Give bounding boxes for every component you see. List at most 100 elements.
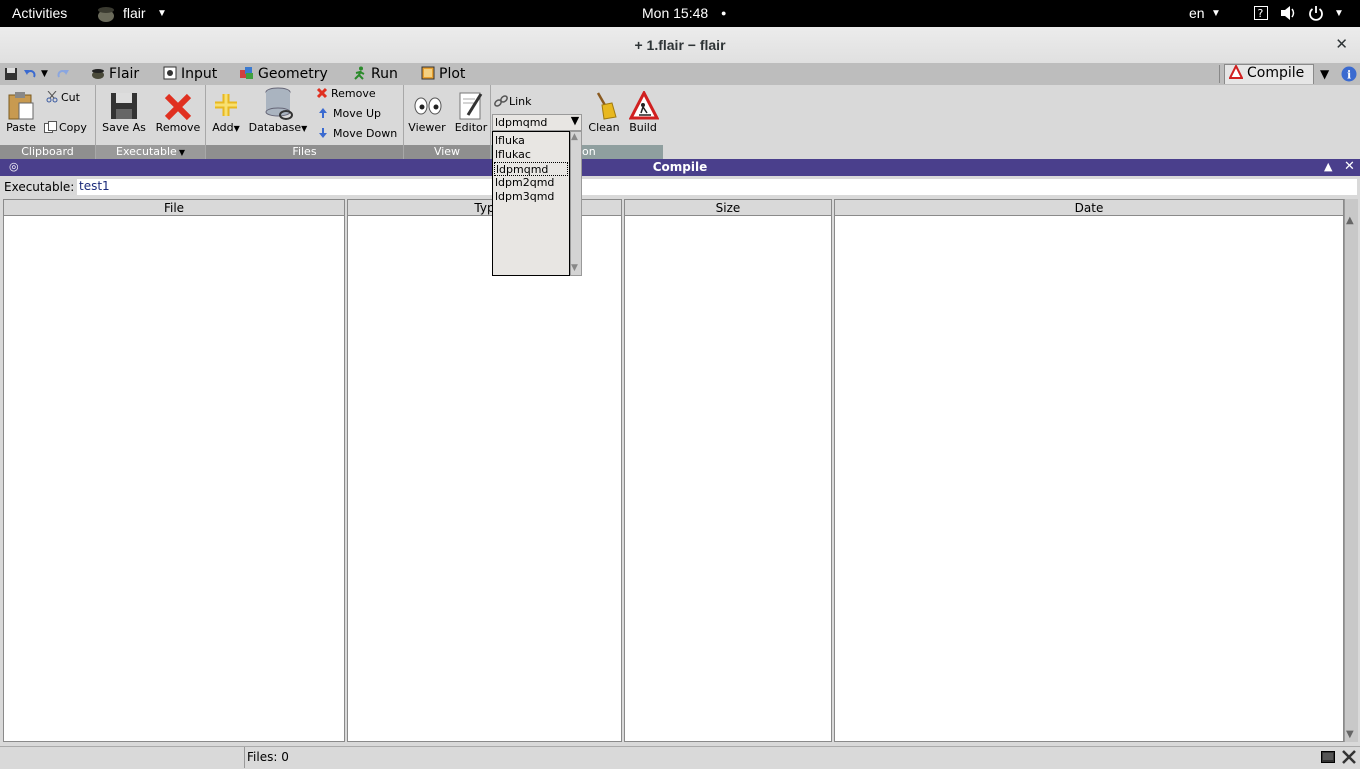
compile-icon <box>1228 63 1244 79</box>
table-scrollbar[interactable]: ▲ ▼ <box>1344 199 1358 742</box>
file-column: File <box>3 199 345 742</box>
tab-plot[interactable]: Plot <box>421 66 465 84</box>
remove-file-button[interactable]: Remove <box>316 87 376 100</box>
arrow-down-icon <box>318 127 330 139</box>
remove-executable-button[interactable]: Remove <box>153 91 203 134</box>
link-dropdown-list[interactable]: lfluka lflukac ldpmqmd ldpm2qmd ldpm3qmd <box>492 131 570 276</box>
link-combobox-arrow-icon[interactable]: ▼ <box>569 114 581 130</box>
tab-menu-chevron-icon[interactable]: ▼ <box>1320 67 1329 81</box>
executable-input[interactable]: test1 <box>77 179 1357 195</box>
link-option[interactable]: ldpm2qmd <box>494 176 568 190</box>
tab-geometry[interactable]: Geometry <box>240 66 328 84</box>
type-column: Typ <box>347 199 622 742</box>
clean-button[interactable]: Clean <box>586 91 622 134</box>
link-option[interactable]: lfluka <box>494 134 568 148</box>
paste-icon <box>7 91 35 120</box>
scroll-down-icon[interactable]: ▼ <box>1346 729 1354 740</box>
executable-group: Save As Remove Executable ▼ <box>96 85 206 159</box>
geometry-icon <box>240 66 254 80</box>
broom-icon <box>590 91 618 120</box>
clipboard-group-label: Clipboard <box>0 145 95 159</box>
status-divider <box>244 747 245 768</box>
window-close-button[interactable]: ✕ <box>1335 35 1348 53</box>
column-header-date[interactable]: Date <box>835 200 1343 216</box>
move-up-button[interactable]: Move Up <box>318 107 381 120</box>
link-option[interactable]: lflukac <box>494 148 568 162</box>
dropdown-scroll-down-icon[interactable]: ▼ <box>571 263 578 273</box>
executable-group-menu[interactable]: Executable ▼ <box>96 145 205 159</box>
plot-icon <box>421 66 435 80</box>
move-down-button[interactable]: Move Down <box>318 127 397 140</box>
link-combobox-value: ldpmqmd <box>495 116 548 129</box>
dropdown-scroll-up-icon[interactable]: ▲ <box>571 132 578 142</box>
warning-build-icon <box>628 89 660 120</box>
eyes-icon <box>413 91 442 119</box>
terminal-icon[interactable] <box>1321 751 1335 766</box>
add-plus-icon <box>212 91 240 119</box>
files-count: Files: 0 <box>247 750 289 764</box>
executable-menu-chevron-icon: ▼ <box>178 148 185 157</box>
app-icon <box>96 3 116 26</box>
files-group-label: Files <box>206 145 403 159</box>
tools-icon[interactable] <box>1341 749 1357 768</box>
scissors-icon <box>46 90 58 103</box>
add-button[interactable]: Add▼ <box>208 91 244 134</box>
scroll-up-icon[interactable]: ▲ <box>1346 215 1354 226</box>
gnome-top-bar: Activities flair ▼ Mon 15:48 ● en ▼ ? ▼ <box>0 0 1360 27</box>
undo-history-chevron-icon[interactable]: ▼ <box>41 69 48 79</box>
link-option-selected[interactable]: ldpmqmd <box>494 162 568 176</box>
tab-compile[interactable]: Compile <box>1224 63 1314 84</box>
notification-dot-icon: ● <box>721 8 727 18</box>
status-bar: Files: 0 <box>0 746 1360 769</box>
save-icon[interactable] <box>4 67 18 84</box>
database-button[interactable]: Database▼ <box>246 87 310 134</box>
language-chevron-icon[interactable]: ▼ <box>1211 8 1221 19</box>
viewer-button[interactable]: Viewer <box>406 91 448 134</box>
save-as-button[interactable]: Save As <box>100 91 148 134</box>
copy-button[interactable]: Copy <box>44 121 87 134</box>
database-icon <box>264 87 293 120</box>
build-button[interactable]: Build <box>625 89 661 134</box>
power-icon[interactable] <box>1308 5 1324 24</box>
undo-icon[interactable] <box>23 67 37 84</box>
tab-bar: ▼ Flair Input Geometry Run Plot Compile … <box>0 63 1360 85</box>
activities-button[interactable]: Activities <box>12 5 67 21</box>
svg-text:i: i <box>1347 69 1351 82</box>
tab-flair[interactable]: Flair <box>91 66 139 84</box>
tab-input[interactable]: Input <box>163 66 217 84</box>
flair-icon <box>91 66 105 80</box>
volume-icon[interactable] <box>1280 5 1298 24</box>
executable-label: Executable: <box>4 180 75 194</box>
arrow-up-icon <box>318 107 330 119</box>
frame-close-icon[interactable]: ✕ <box>1344 159 1355 174</box>
cut-button[interactable]: Cut <box>46 90 80 104</box>
tab-separator <box>1219 65 1220 83</box>
svg-text:?: ? <box>1258 7 1264 20</box>
frame-maximize-icon[interactable]: ▲ <box>1324 160 1332 173</box>
system-menu-chevron-icon[interactable]: ▼ <box>1334 8 1344 19</box>
view-group: Viewer Editor View <box>404 85 491 159</box>
window-titlebar[interactable]: + 1.flair − flair ✕ <box>0 27 1360 64</box>
help-icon[interactable]: ? <box>1254 6 1268 23</box>
app-menu[interactable]: flair <box>123 5 146 21</box>
app-menu-chevron-icon[interactable]: ▼ <box>157 8 167 19</box>
executable-row: Executable: test1 <box>0 177 1360 197</box>
editor-button[interactable]: Editor <box>452 91 490 134</box>
info-icon[interactable]: i <box>1341 66 1357 85</box>
paste-button[interactable]: Paste <box>4 91 38 134</box>
link-option[interactable]: ldpm3qmd <box>494 190 568 204</box>
redo-icon[interactable] <box>56 67 70 84</box>
copy-icon <box>44 121 57 133</box>
clock[interactable]: Mon 15:48 <box>642 5 708 21</box>
red-x-icon <box>164 91 192 121</box>
language-indicator[interactable]: en <box>1189 5 1205 21</box>
compile-frame-title: Compile <box>652 160 708 174</box>
column-header-file[interactable]: File <box>4 200 344 216</box>
tab-run[interactable]: Run <box>353 66 398 84</box>
column-header-size[interactable]: Size <box>625 200 831 216</box>
database-chevron-icon: ▼ <box>301 124 308 133</box>
link-dropdown-scrollbar[interactable]: ▲ ▼ <box>570 131 582 276</box>
link-combobox[interactable]: ldpmqmd ▼ <box>492 114 582 131</box>
clipboard-group: Paste Cut Copy Clipboard <box>0 85 96 159</box>
input-icon <box>163 66 177 80</box>
